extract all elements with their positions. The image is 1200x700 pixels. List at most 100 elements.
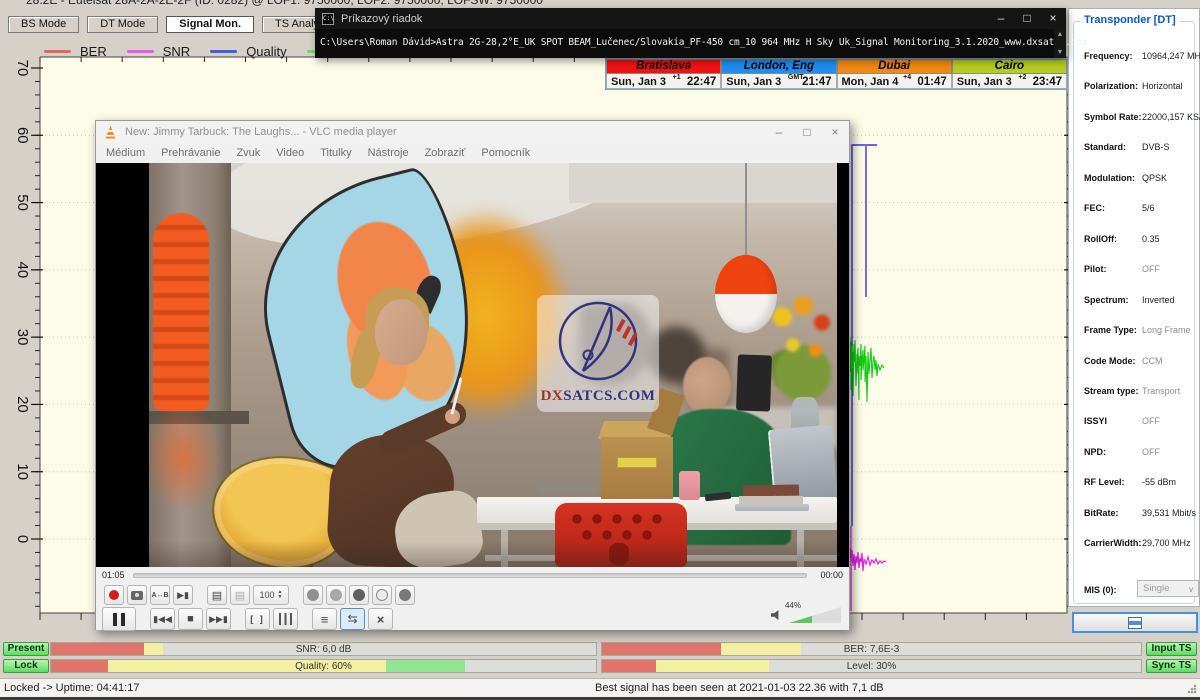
svg-text:10: 10 (14, 463, 31, 480)
vlc-menu-video[interactable]: Video (268, 147, 312, 159)
console-minimize-button[interactable]: – (988, 8, 1014, 29)
playlist-button[interactable]: ≡ (312, 608, 337, 630)
transponder-row-label: Symbol Rate: (1084, 112, 1142, 122)
book (743, 485, 799, 497)
subtitle-toggle-button[interactable]: ▤ (230, 585, 250, 605)
vlc-menubar: MédiumPrehrávanieZvukVideoTitulkyNástroj… (98, 143, 849, 163)
toggle-circle-3[interactable] (349, 585, 369, 605)
toggle-circle-4[interactable] (372, 585, 392, 605)
vlc-minimize-button[interactable]: – (765, 121, 793, 143)
clock-time-cell: Mon, Jan 4+401:47 (837, 74, 952, 89)
circle-icon (353, 589, 365, 601)
console-body: C:\Users\Roman Dávid>Astra 2G-28,2°E_UK … (315, 29, 1066, 58)
transponder-row-value: OFF (1142, 447, 1160, 457)
watermark-text-rest: SATCS.COM (563, 388, 655, 404)
transponder-row-label: Code Mode: (1084, 356, 1136, 366)
svg-text:0: 0 (14, 535, 31, 543)
clock-date: Sun, Jan 3 (726, 76, 781, 88)
transponder-row: NPD:OFF (1084, 447, 1200, 461)
next-icon: ▶▶▮ (209, 614, 228, 625)
ab-loop-icon: A↔B (151, 592, 168, 599)
clock-timezone: +1 (673, 74, 681, 81)
console-maximize-button[interactable]: □ (1014, 8, 1040, 29)
vlc-menu-zobrazi[interactable]: Zobraziť (417, 147, 474, 159)
toggle-circle-1[interactable] (303, 585, 323, 605)
statusbar: Locked -> Uptime: 04:41:17 Best signal h… (0, 678, 1200, 697)
next-button[interactable]: ▶▶▮ (206, 608, 231, 630)
vlc-menu-titulky[interactable]: Titulky (312, 147, 359, 159)
pause-button[interactable] (102, 607, 136, 631)
transponder-row-label: Pilot: (1084, 264, 1107, 274)
shuffle-button[interactable]: × (368, 608, 393, 630)
record-button[interactable] (104, 585, 124, 605)
fullscreen-button[interactable]: [ ] (245, 608, 270, 630)
transponder-row: Modulation:QPSK (1084, 173, 1200, 187)
chevron-down-icon: ∨ (1188, 582, 1194, 597)
transponder-row-value: Transport (1142, 386, 1180, 396)
circle-icon (399, 589, 411, 601)
cmd-icon: C:\ (322, 13, 334, 25)
clock-time-cell: Sun, Jan 3+122:47 (606, 74, 721, 89)
vlc-menu-pomocnk[interactable]: Pomocník (473, 147, 538, 159)
subtitle-view-button[interactable]: ▤ (207, 585, 227, 605)
resize-grip[interactable] (1186, 683, 1198, 695)
vlc-menu-mdium[interactable]: Médium (98, 147, 153, 159)
list-icon: ▤ (212, 589, 222, 602)
transponder-row: Symbol Rate:22000,157 KS/s (1084, 112, 1200, 126)
scroll-down-icon[interactable]: ▼ (1054, 49, 1066, 56)
console-scrollbar[interactable]: ▲ ▼ (1054, 29, 1066, 58)
frame-by-frame-button[interactable]: ▶▮ (173, 585, 193, 605)
remaining-time: 00:00 (820, 570, 843, 580)
dxsatcs-watermark: DXSATCS.COM (537, 295, 659, 412)
stop-button[interactable]: ■ (178, 608, 203, 630)
floor-shadow (149, 541, 837, 567)
speed-spinbox[interactable]: 100 ▲▼ (253, 585, 289, 605)
input-ts-indicator: Input TS (1146, 642, 1197, 656)
transponder-row-label: Frame Type: (1084, 325, 1137, 335)
console-close-button[interactable]: × (1040, 8, 1066, 29)
tab-signal-mon-[interactable]: Signal Mon. (166, 16, 254, 33)
stop-icon: ■ (187, 613, 194, 625)
transponder-row-value: Long Frame (1142, 325, 1191, 335)
scroll-up-icon[interactable]: ▲ (1054, 31, 1066, 38)
vlc-menu-prehrvanie[interactable]: Prehrávanie (153, 147, 228, 159)
snapshot-button[interactable] (127, 585, 147, 605)
camera-icon (131, 591, 143, 600)
transponder-row-label: BitRate: (1084, 508, 1119, 518)
vlc-maximize-button[interactable]: □ (793, 121, 821, 143)
transponder-row: Polarization:Horizontal (1084, 81, 1200, 95)
vlc-title: New: Jimmy Tarbuck: The Laughs... - VLC … (125, 126, 397, 138)
app-window-title: 28.2E - Eutelsat 28A-2A-2E-2F (ID: 0282)… (26, 0, 543, 7)
loop-button[interactable]: ⇆ (340, 608, 365, 630)
transponder-row-value: Horizontal (1142, 81, 1183, 91)
console-titlebar[interactable]: C:\ Príkazový riadok – □ × (315, 8, 1066, 29)
window-stack-icon (1128, 617, 1142, 629)
vlc-close-button[interactable]: × (821, 121, 849, 143)
clock-time: 22:47 (687, 76, 716, 88)
transponder-row-label: FEC: (1084, 203, 1105, 213)
seek-bar[interactable] (133, 573, 807, 578)
clock-time: 21:47 (802, 76, 831, 88)
transponder-row-value: 0.35 (1142, 234, 1160, 244)
ber-bar: BER: 7,6E-3 (601, 642, 1142, 656)
watermark-text-dx: DX (541, 388, 564, 404)
vlc-menu-nstroje[interactable]: Nástroje (360, 147, 417, 159)
toggle-circle-2[interactable] (326, 585, 346, 605)
mis-dropdown[interactable]: Single ∨ (1137, 580, 1199, 597)
tab-dt-mode[interactable]: DT Mode (87, 16, 158, 33)
equalizer-button[interactable] (273, 608, 298, 630)
transponder-title: Transponder [DT] (1080, 14, 1180, 26)
world-clocks-widget: BratislavaLondon, EngDubaiCairoSun, Jan … (605, 58, 1068, 90)
vlc-window: New: Jimmy Tarbuck: The Laughs... - VLC … (95, 120, 850, 630)
vlc-menu-zvuk[interactable]: Zvuk (228, 147, 268, 159)
quality-bar: Quality: 60% (50, 659, 597, 673)
panel-action-button[interactable] (1072, 612, 1198, 633)
closed-laptop (735, 504, 809, 511)
tab-bs-mode[interactable]: BS Mode (8, 16, 79, 33)
ab-loop-button[interactable]: A↔B (150, 585, 170, 605)
spinner-arrows-icon[interactable]: ▲▼ (278, 590, 283, 600)
circle-icon (307, 589, 319, 601)
previous-button[interactable]: ▮◀◀ (150, 608, 175, 630)
toggle-circle-5[interactable] (395, 585, 415, 605)
vlc-titlebar[interactable]: New: Jimmy Tarbuck: The Laughs... - VLC … (96, 121, 849, 143)
